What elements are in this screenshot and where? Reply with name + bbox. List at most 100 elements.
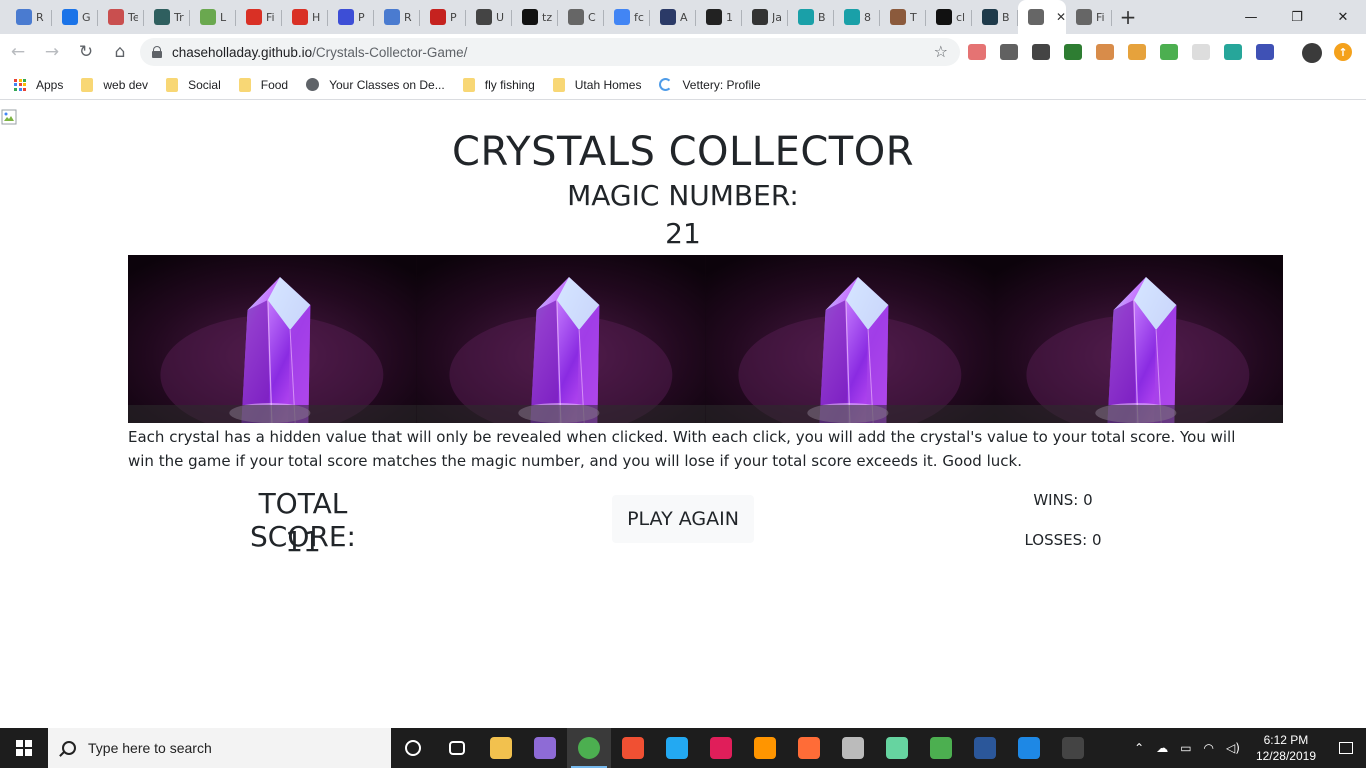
clock-time: 6:12 PM (1263, 733, 1309, 747)
tab-favicon-icon (706, 9, 722, 25)
home-button[interactable]: ⌂ (104, 36, 136, 68)
browser-tab[interactable]: 8 (834, 0, 880, 34)
browser-tab[interactable]: fc (604, 0, 650, 34)
browser-tab[interactable]: U (466, 0, 512, 34)
taskbar-app-vscode[interactable] (655, 728, 699, 768)
browser-tab[interactable]: T (880, 0, 926, 34)
wifi-icon[interactable]: ◠ (1204, 741, 1214, 755)
chevron-up-icon[interactable]: ⌃ (1134, 741, 1144, 755)
extension-icon[interactable] (968, 44, 986, 60)
crystal-1[interactable] (128, 255, 417, 423)
taskbar-app-app-gray[interactable] (831, 728, 875, 768)
bookmark-item[interactable]: Your Classes on De... (306, 78, 445, 92)
app-purple-icon (534, 737, 556, 759)
browser-tab[interactable]: 1 (696, 0, 742, 34)
taskbar-app-task-view[interactable] (435, 728, 479, 768)
extension-icon[interactable] (1192, 44, 1210, 60)
crystal-2[interactable] (416, 255, 706, 423)
extension-icon[interactable] (1256, 44, 1274, 60)
tab-strip: R G Te Tr L Fi H P R P Utz Cfc A 1 Ja B 8 Tcl B ✕ Fi + — ❐ ✕ (0, 0, 1366, 34)
taskbar-app-app-purple[interactable] (523, 728, 567, 768)
forward-button[interactable]: → (36, 36, 68, 68)
browser-tab[interactable]: B (788, 0, 834, 34)
taskbar-app-edge[interactable] (1007, 728, 1051, 768)
crystal-3[interactable] (705, 255, 995, 423)
tab-close-icon[interactable]: ✕ (1056, 10, 1066, 24)
battery-icon[interactable]: ▭ (1180, 741, 1191, 755)
notification-center-icon[interactable] (1326, 728, 1366, 768)
browser-tab[interactable]: tz (512, 0, 558, 34)
minimize-button[interactable]: — (1228, 0, 1274, 34)
extension-icon[interactable] (1224, 44, 1242, 60)
browser-tab[interactable]: R (6, 0, 52, 34)
browser-tab[interactable]: C (558, 0, 604, 34)
tab-title: R (404, 10, 412, 24)
browser-tab[interactable]: ✕ (1018, 0, 1066, 34)
taskbar-app-app-atom[interactable] (875, 728, 919, 768)
taskbar-app-file-explorer[interactable] (479, 728, 523, 768)
taskbar-app-postman[interactable] (787, 728, 831, 768)
tab-favicon-icon (476, 9, 492, 25)
bookmarks-bar: Apps web dev Social Food Your Classes on De.… (0, 70, 1366, 100)
bookmark-item[interactable]: Apps (14, 78, 63, 92)
chrome-menu-icon[interactable]: ↑ (1334, 43, 1352, 61)
tab-favicon-icon (108, 9, 124, 25)
start-button[interactable] (0, 728, 48, 768)
play-again-button[interactable]: PLAY AGAIN (612, 495, 754, 543)
cloud-icon[interactable]: ☁ (1156, 741, 1168, 755)
taskbar-app-word[interactable] (963, 728, 1007, 768)
bookmark-item[interactable]: fly fishing (462, 77, 535, 92)
taskbar-app-slack[interactable] (699, 728, 743, 768)
restore-button[interactable]: ❐ (1274, 0, 1320, 34)
taskbar-search[interactable]: Type here to search (48, 728, 391, 768)
bookmark-star-icon[interactable]: ☆ (934, 42, 948, 61)
lock-icon (152, 46, 162, 58)
tab-favicon-icon (338, 9, 354, 25)
taskbar-app-app-green[interactable] (919, 728, 963, 768)
bookmark-item[interactable]: Food (238, 77, 288, 92)
browser-tab[interactable]: L (190, 0, 236, 34)
close-window-button[interactable]: ✕ (1320, 0, 1366, 34)
new-tab-button[interactable]: + (1112, 0, 1144, 34)
browser-tab[interactable]: P (328, 0, 374, 34)
extension-icon[interactable] (1128, 44, 1146, 60)
reload-button[interactable]: ↻ (70, 36, 102, 68)
address-bar[interactable]: chaseholladay.github.io/Crystals-Collect… (140, 38, 960, 66)
extension-icon[interactable] (1160, 44, 1178, 60)
cortana-button[interactable] (391, 728, 435, 768)
tab-favicon-icon (154, 9, 170, 25)
crystal-4[interactable] (994, 255, 1283, 423)
extension-icon[interactable] (1096, 44, 1114, 60)
browser-tab[interactable]: B (972, 0, 1018, 34)
taskbar-app-git[interactable] (611, 728, 655, 768)
extension-icon[interactable] (1032, 44, 1050, 60)
volume-icon[interactable]: ◁) (1226, 741, 1240, 755)
tab-favicon-icon (660, 9, 676, 25)
taskbar-app-chrome[interactable] (567, 728, 611, 768)
extension-icon[interactable] (1000, 44, 1018, 60)
clock[interactable]: 6:12 PM 12/28/2019 (1256, 732, 1316, 764)
browser-tab[interactable]: Tr (144, 0, 190, 34)
chrome-icon (578, 737, 600, 759)
browser-tab[interactable]: G (52, 0, 98, 34)
browser-tab[interactable]: Fi (236, 0, 282, 34)
profile-avatar[interactable] (1302, 43, 1322, 63)
browser-tab[interactable]: H (282, 0, 328, 34)
browser-tab[interactable]: cl (926, 0, 972, 34)
bookmark-item[interactable]: web dev (81, 77, 148, 92)
folder-icon (81, 77, 94, 92)
bookmark-item[interactable]: Vettery: Profile (659, 78, 761, 92)
browser-tab[interactable]: P (420, 0, 466, 34)
total-score-value: 11 (285, 525, 321, 558)
browser-tab[interactable]: Fi (1066, 0, 1112, 34)
browser-tab[interactable]: R (374, 0, 420, 34)
bookmark-item[interactable]: Utah Homes (552, 77, 641, 92)
back-button[interactable]: ← (2, 36, 34, 68)
extension-icon[interactable] (1064, 44, 1082, 60)
taskbar-app-firefox[interactable] (743, 728, 787, 768)
bookmark-item[interactable]: Social (166, 77, 221, 92)
taskbar-app-terminal[interactable] (1051, 728, 1095, 768)
browser-tab[interactable]: Ja (742, 0, 788, 34)
browser-tab[interactable]: A (650, 0, 696, 34)
browser-tab[interactable]: Te (98, 0, 144, 34)
